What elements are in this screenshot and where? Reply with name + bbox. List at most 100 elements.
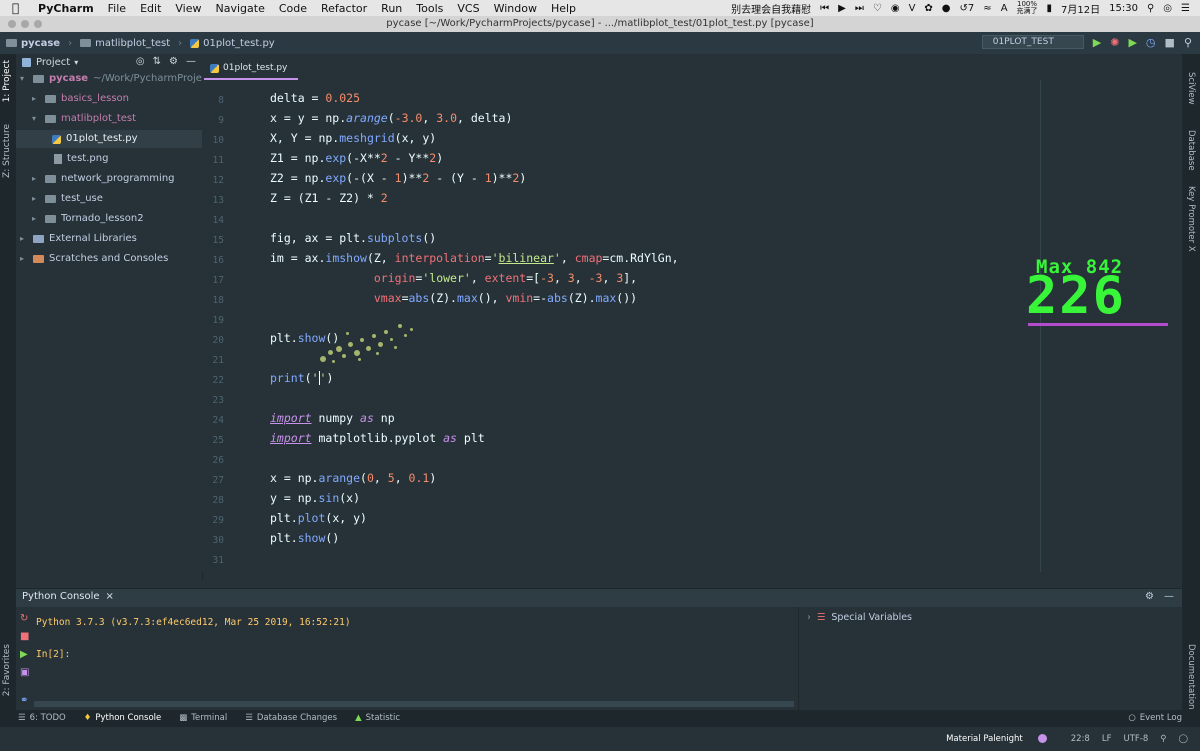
prev-track-icon[interactable]: ⏮ (820, 3, 829, 14)
chevron-right-icon[interactable]: ▸ (20, 250, 28, 268)
stop-icon[interactable]: ■ (1165, 36, 1175, 49)
link-icon[interactable]: ⚭ (20, 695, 28, 706)
console-scrollbar[interactable] (34, 701, 794, 707)
chevron-right-icon[interactable]: ▸ (32, 170, 40, 188)
zoom-window-button[interactable] (34, 20, 42, 28)
tree-item-tornado-lesson2[interactable]: ▸ Tornado_lesson2 (32, 210, 144, 228)
rerun-icon[interactable]: ↻ (20, 613, 28, 624)
now-playing-song[interactable]: 别去理会自我藉慰 (731, 1, 811, 16)
breadcrumb-file[interactable]: 01plot_test.py (203, 38, 275, 49)
chevron-down-icon[interactable]: ▾ (74, 58, 78, 67)
stop-icon[interactable]: ■ (20, 631, 29, 642)
tab-python-console[interactable]: Python Console × (22, 591, 114, 602)
special-variables-node[interactable]: › ☰ Special Variables (807, 612, 912, 623)
tree-item-matlibplot-test[interactable]: ▾ matlibplot_test (32, 110, 136, 128)
input-method-icon[interactable]: A (1001, 3, 1008, 14)
caret-position[interactable]: 22:8 (1071, 734, 1090, 744)
key-promoter-tool-tab[interactable]: Key Promoter X (1186, 186, 1196, 252)
menu-code[interactable]: Code (279, 2, 307, 15)
gear-icon[interactable]: ⚙ (1145, 591, 1154, 602)
menu-help[interactable]: Help (551, 2, 576, 15)
hide-icon[interactable]: — (186, 56, 196, 67)
tree-item-external-libraries[interactable]: ▸ External Libraries (20, 230, 137, 248)
collapse-icon[interactable]: ⇅ (153, 56, 161, 67)
menu-refactor[interactable]: Refactor (321, 2, 367, 15)
menubar-date[interactable]: 7月12日 (1061, 1, 1100, 16)
inspector-icon[interactable]: ◯ (1178, 734, 1188, 744)
minimize-window-button[interactable] (21, 20, 29, 28)
menu-navigate[interactable]: Navigate (216, 2, 265, 15)
play-icon[interactable]: ▶ (838, 3, 846, 14)
tree-root-pycase[interactable]: ▾ pycase ~/Work/PycharmProjects/py (20, 70, 232, 88)
favorites-tool-tab[interactable]: 2: Favorites (2, 644, 12, 696)
chevron-down-icon[interactable]: ▾ (32, 110, 40, 128)
tree-item-network-programming[interactable]: ▸ network_programming (32, 170, 175, 188)
record-icon[interactable]: ◉ (891, 3, 900, 14)
wifi-icon[interactable]: ≈ (983, 3, 991, 14)
search-icon[interactable]: ⚲ (1147, 3, 1154, 14)
heart-icon[interactable]: ♡ (873, 3, 882, 14)
vpn-icon[interactable]: V (909, 3, 916, 14)
search-everywhere-icon[interactable]: ⚲ (1184, 36, 1192, 49)
project-tool-tab[interactable]: 1: Project (2, 60, 12, 102)
chevron-right-icon[interactable]: ▸ (32, 190, 40, 208)
breadcrumb-matlibplot[interactable]: matlibplot_test (95, 38, 170, 49)
tree-item-test-use[interactable]: ▸ test_use (32, 190, 103, 208)
menu-run[interactable]: Run (381, 2, 402, 15)
tree-item-test-png[interactable]: test.png (54, 150, 108, 168)
sciview-tool-tab[interactable]: SciView (1186, 72, 1196, 105)
statistic-tool-button[interactable]: ▲ Statistic (355, 713, 400, 723)
tree-item-01plot-test[interactable]: 01plot_test.py (16, 130, 202, 148)
structure-tool-tab[interactable]: Z: Structure (2, 124, 12, 178)
documentation-tool-tab[interactable]: Documentation (1186, 644, 1196, 710)
siri-icon[interactable]: ◎ (1163, 3, 1172, 14)
lock-icon[interactable]: ⚲ (1160, 734, 1166, 744)
menu-view[interactable]: View (175, 2, 201, 15)
menu-vcs[interactable]: VCS (457, 2, 479, 15)
control-center-icon[interactable]: ☰ (1181, 3, 1190, 14)
close-window-button[interactable] (8, 20, 16, 28)
terminal-tool-button[interactable]: ▩ Terminal (179, 713, 227, 723)
close-icon[interactable]: × (106, 591, 114, 602)
database-tool-tab[interactable]: Database (1186, 130, 1196, 171)
menu-app[interactable]: PyCharm (38, 2, 94, 15)
console-history-icon[interactable]: ▣ (20, 667, 29, 678)
tree-item-basics-lesson[interactable]: ▸ basics_lesson (32, 90, 129, 108)
db-changes-tool-button[interactable]: ☰ Database Changes (245, 713, 337, 723)
battery-icon[interactable]: ▮ (1047, 3, 1053, 14)
chevron-right-icon[interactable]: ▸ (32, 90, 40, 108)
locate-icon[interactable]: ◎ (136, 56, 145, 67)
breadcrumb-pycase[interactable]: pycase (21, 38, 60, 49)
todo-tool-button[interactable]: ☰ 6: TODO (18, 713, 66, 723)
menu-file[interactable]: File (108, 2, 126, 15)
hide-icon[interactable]: — (1164, 591, 1174, 602)
update-badge[interactable]: ↺7 (960, 3, 975, 14)
line-separator[interactable]: LF (1102, 734, 1112, 744)
event-log-tool-button[interactable]: ○ Event Log (1128, 713, 1182, 723)
python-console-tool-button[interactable]: ♦ Python Console (84, 713, 162, 723)
next-track-icon[interactable]: ⏭ (855, 3, 864, 14)
chevron-right-icon[interactable]: › (807, 612, 811, 623)
drop-icon[interactable]: ● (942, 3, 951, 14)
theme-indicator[interactable]: Material Palenight (946, 734, 1059, 744)
chevron-right-icon[interactable]: ▸ (32, 210, 40, 228)
menu-tools[interactable]: Tools (416, 2, 443, 15)
chevron-right-icon[interactable]: ▸ (20, 230, 28, 248)
tree-item-scratches[interactable]: ▸ Scratches and Consoles (20, 250, 168, 268)
coverage-icon[interactable]: ▶ (1128, 36, 1136, 49)
console-output[interactable]: Python 3.7.3 (v3.7.3:ef4ec6ed12, Mar 25 … (34, 607, 798, 711)
apple-icon[interactable]:  (12, 1, 26, 15)
debug-icon[interactable]: ✺ (1110, 36, 1119, 49)
menubar-time[interactable]: 15:30 (1109, 3, 1138, 14)
project-view-select[interactable]: Project (36, 57, 70, 68)
chevron-down-icon[interactable]: ▾ (20, 70, 28, 88)
menu-window[interactable]: Window (494, 2, 537, 15)
run-icon[interactable]: ▶ (1093, 36, 1101, 49)
profile-icon[interactable]: ◷ (1146, 36, 1156, 49)
execute-icon[interactable]: ▶ (20, 649, 28, 660)
run-config-select[interactable]: 01PLOT_TEST (981, 35, 1084, 49)
file-encoding[interactable]: UTF-8 (1123, 734, 1148, 744)
flower-icon[interactable]: ✿ (924, 3, 932, 14)
gear-icon[interactable]: ⚙ (169, 56, 178, 67)
battery-status[interactable]: 100% 充满了 (1017, 1, 1038, 15)
